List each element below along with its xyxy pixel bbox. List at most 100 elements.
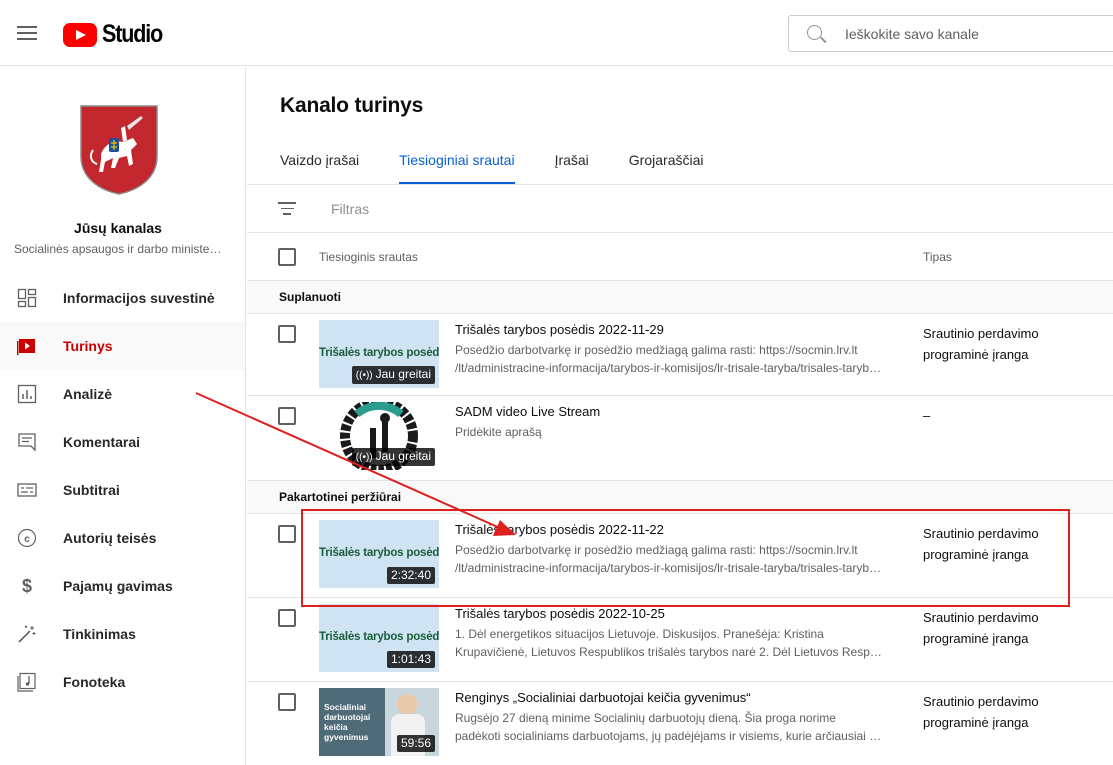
duration-badge: 59:56 [396, 735, 435, 752]
sidebar-item-label: Autorių teisės [63, 530, 157, 546]
video-title[interactable]: SADM video Live Stream [455, 404, 600, 419]
column-header-stream[interactable]: Tiesioginis srautas [319, 250, 418, 264]
row-checkbox[interactable] [278, 525, 296, 543]
sidebar-item-label: Komentarai [63, 434, 141, 450]
sidebar-item-content[interactable]: Turinys [0, 322, 245, 370]
page-title: Kanalo turinys [280, 94, 424, 117]
sidebar-item-analytics[interactable]: Analizė [0, 370, 245, 418]
video-description: Rugsėjo 27 dieną minime Socialinių darbu… [455, 709, 883, 745]
type-line: Srautinio perdavimo [923, 610, 1039, 625]
video-title[interactable]: Renginys „Socialiniai darbuotojai keičia… [455, 690, 751, 705]
search-input[interactable] [845, 23, 1105, 45]
row-checkbox[interactable] [278, 407, 296, 425]
tab-posts[interactable]: Įrašai [555, 152, 589, 185]
stream-type: Srautinio perdavimo programinė įranga [923, 523, 1083, 565]
table-row[interactable]: Socialiniai darbuotojai keičia gyvenimus… [247, 682, 1113, 765]
sidebar-item-subtitles[interactable]: Subtitrai [0, 466, 245, 514]
tabs-divider [247, 184, 1113, 185]
sidebar-nav: Informacijos suvestinė Turinys Analizė K… [0, 274, 245, 706]
description-line: /lt/administracine-informacija/tarybos-i… [455, 561, 883, 575]
table-row[interactable]: Trišalės tarybos posėdis 2:32:40 Trišalė… [247, 514, 1113, 598]
main-content: Kanalo turinys Vaizdo įrašai Tiesioginia… [247, 67, 1113, 765]
tab-playlists[interactable]: Grojaraščiai [629, 152, 704, 185]
svg-text:c: c [24, 534, 30, 545]
video-description: Pridėkite aprašą [455, 423, 883, 441]
upcoming-badge: ((•)) Jau greitai [351, 366, 435, 384]
sidebar-item-label: Tinkinimas [63, 626, 136, 642]
tab-videos[interactable]: Vaizdo įrašai [280, 152, 359, 185]
video-thumbnail[interactable]: ((•)) Jau greitai [319, 402, 439, 470]
content-tabs: Vaizdo įrašai Tiesioginiai srautai Įraša… [280, 152, 744, 185]
row-checkbox[interactable] [278, 325, 296, 343]
customization-icon [18, 625, 36, 643]
video-title[interactable]: Trišalės tarybos posėdis 2022-11-22 [455, 522, 664, 537]
stream-type: Srautinio perdavimo programinė įranga [923, 323, 1083, 365]
type-line: Srautinio perdavimo [923, 326, 1039, 341]
thumbnail-caption: Trišalės tarybos posėdis [319, 631, 439, 643]
studio-logo[interactable]: Studio [63, 20, 172, 49]
sidebar-item-comments[interactable]: Komentarai [0, 418, 245, 466]
description-line: 1. Dėl energetikos situacijos Lietuvoje.… [455, 627, 824, 641]
video-title[interactable]: Trišalės tarybos posėdis 2022-10-25 [455, 606, 665, 621]
video-thumbnail[interactable]: Trišalės tarybos posėdis 1:01:43 [319, 604, 439, 672]
description-line: Posėdžio darbotvarkę ir posėdžio medžiag… [455, 343, 858, 357]
column-header-type[interactable]: Tipas [923, 250, 952, 264]
filter-input[interactable]: Filtras [331, 201, 369, 217]
sidebar-item-label: Analizė [63, 386, 113, 402]
search-box[interactable] [788, 15, 1113, 52]
youtube-play-icon [63, 22, 97, 47]
duration-badge: 2:32:40 [386, 567, 435, 584]
sidebar-item-dashboard[interactable]: Informacijos suvestinė [0, 274, 245, 322]
video-thumbnail[interactable]: Socialiniai darbuotojai keičia gyvenimus… [319, 688, 439, 756]
select-all-checkbox[interactable] [278, 248, 296, 266]
svg-text:$: $ [22, 576, 32, 596]
subtitles-icon [17, 483, 37, 497]
row-checkbox[interactable] [278, 609, 296, 627]
description-line: Rugsėjo 27 dieną minime Socialinių darbu… [455, 711, 836, 725]
description-line: Krupavičienė, Lietuvos Respublikos triša… [455, 645, 883, 659]
table-row[interactable]: Trišalės tarybos posėdis 1:01:43 Trišalė… [247, 598, 1113, 682]
filter-icon[interactable] [278, 202, 296, 216]
tab-live[interactable]: Tiesioginiai srautai [399, 152, 516, 185]
stream-type: – [923, 405, 1083, 426]
sidebar-item-copyright[interactable]: c Autorių teisės [0, 514, 245, 562]
video-thumbnail[interactable]: Trišalės tarybos posėdis 2:32:40 [319, 520, 439, 588]
section-header-scheduled: Suplanuoti [247, 281, 1113, 314]
channel-avatar-coat-of-arms[interactable] [79, 104, 159, 196]
video-description: 1. Dėl energetikos situacijos Lietuvoje.… [455, 625, 883, 661]
live-broadcast-icon: ((•)) [355, 370, 373, 381]
sidebar-item-label: Informacijos suvestinė [63, 290, 215, 306]
type-line: – [923, 408, 931, 423]
sidebar-item-monetization[interactable]: $ Pajamų gavimas [0, 562, 245, 610]
table-row[interactable]: ((•)) Jau greitai SADM video Live Stream … [247, 396, 1113, 481]
channel-name: Socialinės apsaugos ir darbo ministerija [14, 242, 224, 256]
badge-label: Jau greitai [375, 449, 431, 463]
description-line: /lt/administracine-informacija/tarybos-i… [455, 361, 883, 375]
monetization-icon: $ [22, 576, 32, 596]
hamburger-menu-icon[interactable] [17, 26, 37, 40]
thumbnail-person [397, 694, 417, 714]
badge-label: Jau greitai [375, 367, 431, 381]
type-line: Srautinio perdavimo [923, 694, 1039, 709]
thumbnail-caption: Trišalės tarybos posėdis [319, 347, 439, 359]
table-row[interactable]: Trišalės tarybos posėdis ((•)) Jau greita… [247, 314, 1113, 396]
duration-badge: 1:01:43 [386, 651, 435, 668]
sidebar-item-audio-library[interactable]: Fonoteka [0, 658, 245, 706]
sidebar-item-customization[interactable]: Tinkinimas [0, 610, 245, 658]
video-description: Posėdžio darbotvarkę ir posėdžio medžiag… [455, 341, 883, 377]
comments-icon [18, 433, 36, 452]
stream-type: Srautinio perdavimo programinė įranga [923, 607, 1083, 649]
top-bar: Studio [0, 0, 1113, 66]
sidebar: Jūsų kanalas Socialinės apsaugos ir darb… [0, 67, 246, 765]
row-checkbox[interactable] [278, 693, 296, 711]
sidebar-item-label: Fonoteka [63, 674, 126, 690]
video-thumbnail[interactable]: Trišalės tarybos posėdis ((•)) Jau greita… [319, 320, 439, 388]
video-title[interactable]: Trišalės tarybos posėdis 2022-11-29 [455, 322, 664, 337]
section-header-replays: Pakartotinei peržiūrai [247, 481, 1113, 514]
description-line: Posėdžio darbotvarkę ir posėdžio medžiag… [455, 543, 858, 557]
stream-type: Srautinio perdavimo programinė įranga [923, 691, 1083, 733]
dashboard-icon [17, 288, 37, 308]
search-icon[interactable] [807, 25, 822, 40]
table-header: Tiesioginis srautas Tipas [247, 233, 1113, 281]
audio-library-icon [17, 672, 36, 692]
